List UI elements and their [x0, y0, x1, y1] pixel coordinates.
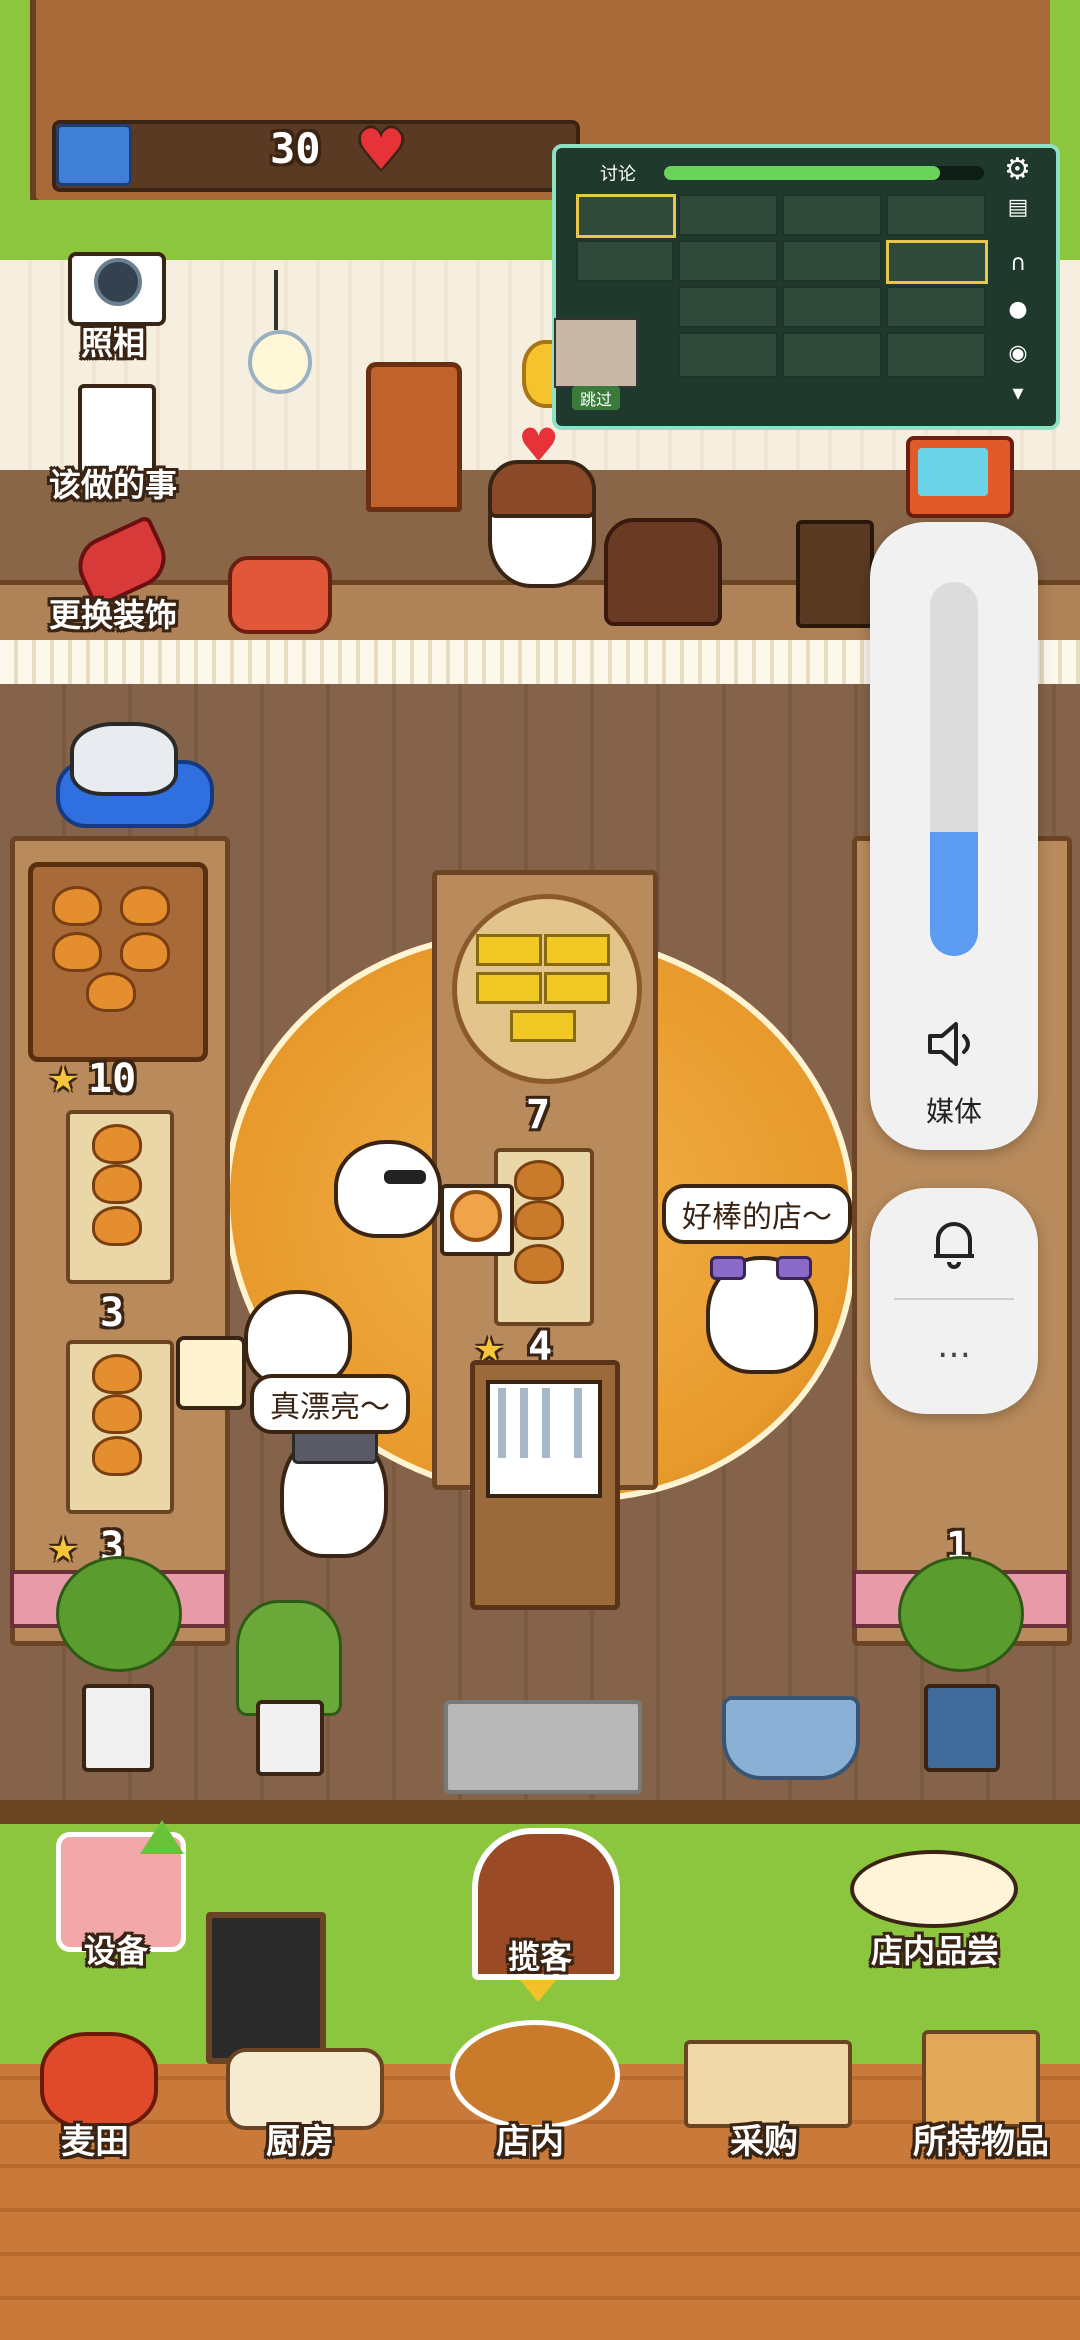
microphone-icon[interactable]: ● — [1004, 298, 1032, 322]
bell-icon[interactable] — [924, 1214, 984, 1274]
camera-lens — [94, 258, 142, 306]
floor-mat — [444, 1700, 642, 1794]
star-icon: ★ — [48, 1060, 79, 1100]
participant-tile[interactable] — [782, 332, 882, 378]
speech-bubble-left: 真漂亮～ — [250, 1374, 410, 1434]
ticket-icon — [56, 124, 132, 186]
panel-divider — [894, 1298, 1014, 1300]
potted-plant-spiky — [236, 1600, 342, 1716]
gold-bar — [476, 972, 542, 1004]
speech-bubble-right: 好棒的店～ — [662, 1184, 852, 1244]
menu-board-icon[interactable] — [206, 1912, 326, 2064]
gold-bar — [476, 934, 542, 966]
shelf-level-left-top: 10 — [88, 1056, 137, 1102]
gold-bar — [544, 972, 610, 1004]
plant-pot — [256, 1700, 324, 1776]
star-icon: ★ — [48, 1530, 79, 1570]
participant-tile[interactable] — [782, 286, 882, 328]
bread-plate — [176, 1336, 246, 1410]
cutlery-fork-icon — [520, 1388, 528, 1458]
hanging-lamp-icon — [248, 330, 312, 394]
nav-shop[interactable]: 店内 — [460, 2114, 600, 2163]
sunglasses-icon — [384, 1170, 426, 1184]
nav-wheat[interactable]: 麦田 — [30, 2114, 160, 2163]
husky-cat[interactable] — [70, 722, 178, 796]
potted-plant-left — [56, 1556, 182, 1672]
participant-tile[interactable] — [886, 286, 986, 328]
overlay-progress-fill — [664, 166, 940, 180]
headphones-icon[interactable]: ∩ — [1004, 252, 1032, 276]
book-icon[interactable]: ▤ — [1004, 196, 1032, 220]
participant-tile[interactable] — [678, 194, 778, 236]
settings-gear-icon[interactable]: ⚙ — [1004, 152, 1031, 187]
tasting-label[interactable]: 店内品尝 — [850, 1926, 1020, 1972]
succulent-bowl — [722, 1696, 860, 1780]
nav-purchase[interactable]: 采购 — [694, 2114, 834, 2163]
gold-bar — [510, 1010, 576, 1042]
nav-kitchen[interactable]: 厨房 — [230, 2114, 370, 2163]
participant-tile[interactable] — [886, 240, 988, 284]
heart-icon: ♥ — [356, 118, 407, 183]
shelf-level-center-top: 7 — [526, 1092, 551, 1138]
participant-tile[interactable] — [678, 332, 778, 378]
purple-bow-icon — [710, 1256, 746, 1280]
overlay-title: 讨论 — [600, 164, 636, 185]
attract-label[interactable]: 揽客 — [470, 1932, 610, 1978]
donut — [450, 1190, 502, 1242]
participant-tile[interactable] — [678, 286, 778, 328]
participant-tile[interactable] — [782, 240, 882, 282]
upgrade-arrow-icon — [140, 1820, 184, 1854]
nav-inventory[interactable]: 所持物品 — [896, 2114, 1066, 2163]
selected-indicator-icon — [520, 1980, 556, 2002]
heart-decoration-icon: ♥ — [518, 418, 560, 472]
plant-pot — [924, 1684, 1000, 1772]
media-label: 媒体 — [925, 1095, 982, 1128]
robot-icon[interactable]: ▾ — [1004, 382, 1032, 406]
tasting-table-icon[interactable] — [850, 1850, 1018, 1928]
ticket-count: 30 — [270, 124, 321, 173]
cutlery-fork-icon — [574, 1388, 582, 1458]
plant-pot — [82, 1684, 154, 1772]
participant-tile[interactable] — [678, 240, 778, 282]
brown-sack — [604, 518, 722, 626]
lamp-cord — [274, 270, 278, 330]
camera-preview[interactable] — [554, 318, 638, 388]
decor-label[interactable]: 更换装饰 — [20, 590, 206, 636]
participant-tile[interactable] — [576, 240, 674, 282]
video-icon[interactable]: ◉ — [1004, 342, 1032, 366]
more-options-icon[interactable]: … — [914, 1326, 994, 1366]
cat-customer-sunglasses[interactable] — [334, 1140, 442, 1238]
speaker-icon[interactable] — [924, 1018, 984, 1070]
potted-plant-right — [898, 1556, 1024, 1672]
cutlery-fork-icon — [542, 1388, 550, 1458]
shelf-level-left-mid: 3 — [100, 1290, 125, 1336]
todo-label[interactable]: 该做的事 — [20, 460, 206, 506]
tv-screen — [918, 448, 988, 496]
camera-label[interactable]: 照相 — [40, 318, 186, 364]
gold-bar — [544, 934, 610, 966]
participant-tile[interactable] — [576, 194, 676, 238]
purple-bow-icon — [776, 1256, 812, 1280]
cutlery-fork-icon — [498, 1388, 506, 1458]
wall-cabinet — [366, 362, 462, 512]
participant-tile[interactable] — [782, 194, 882, 236]
skip-button[interactable]: 跳过 — [572, 386, 621, 410]
volume-slider-fill[interactable] — [930, 832, 978, 956]
participant-tile[interactable] — [886, 332, 986, 378]
equipment-label[interactable]: 设备 — [46, 1926, 186, 1972]
participant-tile[interactable] — [886, 194, 986, 236]
red-phone[interactable] — [228, 556, 332, 634]
coffee-grinder — [796, 520, 874, 628]
